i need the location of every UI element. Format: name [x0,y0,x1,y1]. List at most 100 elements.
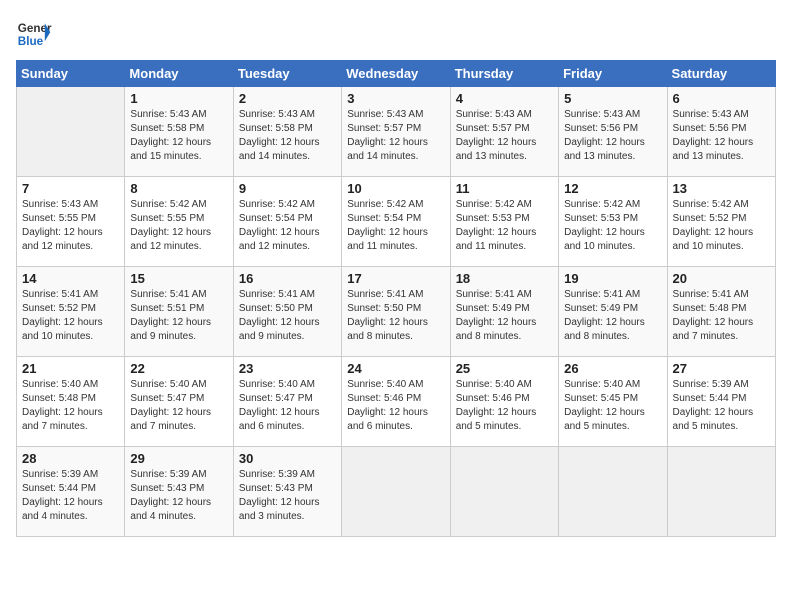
calendar-cell: 12 Sunrise: 5:42 AM Sunset: 5:53 PM Dayli… [559,177,667,267]
day-number: 1 [130,91,227,106]
day-number: 13 [673,181,770,196]
calendar-cell: 9 Sunrise: 5:42 AM Sunset: 5:54 PM Daylig… [233,177,341,267]
day-info: Sunrise: 5:40 AM Sunset: 5:47 PM Dayligh… [130,378,227,434]
day-number: 29 [130,451,227,466]
day-number: 9 [239,181,336,196]
weekday-header: SundayMondayTuesdayWednesdayThursdayFrid… [17,61,776,87]
day-info: Sunrise: 5:40 AM Sunset: 5:45 PM Dayligh… [564,378,661,434]
calendar-cell: 27 Sunrise: 5:39 AM Sunset: 5:44 PM Dayli… [667,357,775,447]
calendar-cell [450,447,558,537]
day-info: Sunrise: 5:41 AM Sunset: 5:51 PM Dayligh… [130,288,227,344]
calendar-cell: 18 Sunrise: 5:41 AM Sunset: 5:49 PM Dayli… [450,267,558,357]
calendar-cell: 14 Sunrise: 5:41 AM Sunset: 5:52 PM Dayli… [17,267,125,357]
day-info: Sunrise: 5:39 AM Sunset: 5:43 PM Dayligh… [239,468,336,524]
day-number: 5 [564,91,661,106]
calendar-cell [17,87,125,177]
logo: General Blue [16,16,52,52]
day-info: Sunrise: 5:42 AM Sunset: 5:53 PM Dayligh… [456,198,553,254]
calendar-week-row: 28 Sunrise: 5:39 AM Sunset: 5:44 PM Dayli… [17,447,776,537]
calendar-cell: 29 Sunrise: 5:39 AM Sunset: 5:43 PM Dayli… [125,447,233,537]
day-number: 14 [22,271,119,286]
day-number: 15 [130,271,227,286]
svg-text:Blue: Blue [18,35,44,48]
calendar-cell: 1 Sunrise: 5:43 AM Sunset: 5:58 PM Daylig… [125,87,233,177]
day-info: Sunrise: 5:42 AM Sunset: 5:53 PM Dayligh… [564,198,661,254]
day-number: 17 [347,271,444,286]
day-info: Sunrise: 5:41 AM Sunset: 5:52 PM Dayligh… [22,288,119,344]
day-info: Sunrise: 5:39 AM Sunset: 5:44 PM Dayligh… [22,468,119,524]
day-info: Sunrise: 5:43 AM Sunset: 5:55 PM Dayligh… [22,198,119,254]
day-info: Sunrise: 5:40 AM Sunset: 5:46 PM Dayligh… [347,378,444,434]
calendar-cell: 17 Sunrise: 5:41 AM Sunset: 5:50 PM Dayli… [342,267,450,357]
day-number: 26 [564,361,661,376]
day-number: 25 [456,361,553,376]
day-number: 27 [673,361,770,376]
day-number: 30 [239,451,336,466]
day-info: Sunrise: 5:43 AM Sunset: 5:58 PM Dayligh… [130,108,227,164]
day-info: Sunrise: 5:42 AM Sunset: 5:54 PM Dayligh… [347,198,444,254]
calendar-cell: 10 Sunrise: 5:42 AM Sunset: 5:54 PM Dayli… [342,177,450,267]
day-info: Sunrise: 5:41 AM Sunset: 5:48 PM Dayligh… [673,288,770,344]
calendar-cell: 11 Sunrise: 5:42 AM Sunset: 5:53 PM Dayli… [450,177,558,267]
calendar-cell [559,447,667,537]
calendar-cell: 15 Sunrise: 5:41 AM Sunset: 5:51 PM Dayli… [125,267,233,357]
calendar-cell: 28 Sunrise: 5:39 AM Sunset: 5:44 PM Dayli… [17,447,125,537]
calendar-week-row: 14 Sunrise: 5:41 AM Sunset: 5:52 PM Dayli… [17,267,776,357]
day-number: 16 [239,271,336,286]
page-header: General Blue [16,16,776,52]
day-number: 22 [130,361,227,376]
day-number: 20 [673,271,770,286]
day-info: Sunrise: 5:43 AM Sunset: 5:57 PM Dayligh… [456,108,553,164]
calendar-week-row: 7 Sunrise: 5:43 AM Sunset: 5:55 PM Daylig… [17,177,776,267]
day-info: Sunrise: 5:41 AM Sunset: 5:50 PM Dayligh… [239,288,336,344]
calendar-cell: 26 Sunrise: 5:40 AM Sunset: 5:45 PM Dayli… [559,357,667,447]
calendar-body: 1 Sunrise: 5:43 AM Sunset: 5:58 PM Daylig… [17,87,776,537]
calendar-cell: 19 Sunrise: 5:41 AM Sunset: 5:49 PM Dayli… [559,267,667,357]
calendar-cell: 25Sunrise: 5:40 AM Sunset: 5:46 PM Dayli… [450,357,558,447]
day-number: 19 [564,271,661,286]
calendar-cell [342,447,450,537]
day-info: Sunrise: 5:39 AM Sunset: 5:44 PM Dayligh… [673,378,770,434]
day-info: Sunrise: 5:43 AM Sunset: 5:56 PM Dayligh… [564,108,661,164]
calendar-cell: 30 Sunrise: 5:39 AM Sunset: 5:43 PM Dayli… [233,447,341,537]
day-number: 3 [347,91,444,106]
weekday-header-cell: Friday [559,61,667,87]
day-number: 7 [22,181,119,196]
calendar-cell: 8Sunrise: 5:42 AM Sunset: 5:55 PM Daylig… [125,177,233,267]
calendar-cell: 6 Sunrise: 5:43 AM Sunset: 5:56 PM Daylig… [667,87,775,177]
day-info: Sunrise: 5:43 AM Sunset: 5:58 PM Dayligh… [239,108,336,164]
day-info: Sunrise: 5:43 AM Sunset: 5:56 PM Dayligh… [673,108,770,164]
day-info: Sunrise: 5:39 AM Sunset: 5:43 PM Dayligh… [130,468,227,524]
day-number: 21 [22,361,119,376]
calendar-cell: 20 Sunrise: 5:41 AM Sunset: 5:48 PM Dayli… [667,267,775,357]
calendar-cell: 5 Sunrise: 5:43 AM Sunset: 5:56 PM Daylig… [559,87,667,177]
calendar-cell [667,447,775,537]
day-number: 4 [456,91,553,106]
calendar-table: SundayMondayTuesdayWednesdayThursdayFrid… [16,60,776,537]
calendar-week-row: 21 Sunrise: 5:40 AM Sunset: 5:48 PM Dayli… [17,357,776,447]
day-info: Sunrise: 5:43 AM Sunset: 5:57 PM Dayligh… [347,108,444,164]
day-number: 12 [564,181,661,196]
weekday-header-cell: Wednesday [342,61,450,87]
day-number: 6 [673,91,770,106]
calendar-cell: 3 Sunrise: 5:43 AM Sunset: 5:57 PM Daylig… [342,87,450,177]
day-info: Sunrise: 5:42 AM Sunset: 5:52 PM Dayligh… [673,198,770,254]
day-info: Sunrise: 5:41 AM Sunset: 5:49 PM Dayligh… [456,288,553,344]
calendar-cell: 4 Sunrise: 5:43 AM Sunset: 5:57 PM Daylig… [450,87,558,177]
day-number: 2 [239,91,336,106]
day-number: 11 [456,181,553,196]
day-info: Sunrise: 5:42 AM Sunset: 5:55 PM Dayligh… [130,198,227,254]
day-info: Sunrise: 5:42 AM Sunset: 5:54 PM Dayligh… [239,198,336,254]
day-info: Sunrise: 5:40 AM Sunset: 5:48 PM Dayligh… [22,378,119,434]
day-number: 10 [347,181,444,196]
day-info: Sunrise: 5:41 AM Sunset: 5:50 PM Dayligh… [347,288,444,344]
day-info: Sunrise: 5:40 AM Sunset: 5:47 PM Dayligh… [239,378,336,434]
day-number: 18 [456,271,553,286]
calendar-cell: 16 Sunrise: 5:41 AM Sunset: 5:50 PM Dayli… [233,267,341,357]
day-info: Sunrise: 5:41 AM Sunset: 5:49 PM Dayligh… [564,288,661,344]
day-number: 28 [22,451,119,466]
calendar-cell: 23Sunrise: 5:40 AM Sunset: 5:47 PM Dayli… [233,357,341,447]
calendar-week-row: 1 Sunrise: 5:43 AM Sunset: 5:58 PM Daylig… [17,87,776,177]
weekday-header-cell: Monday [125,61,233,87]
weekday-header-cell: Tuesday [233,61,341,87]
